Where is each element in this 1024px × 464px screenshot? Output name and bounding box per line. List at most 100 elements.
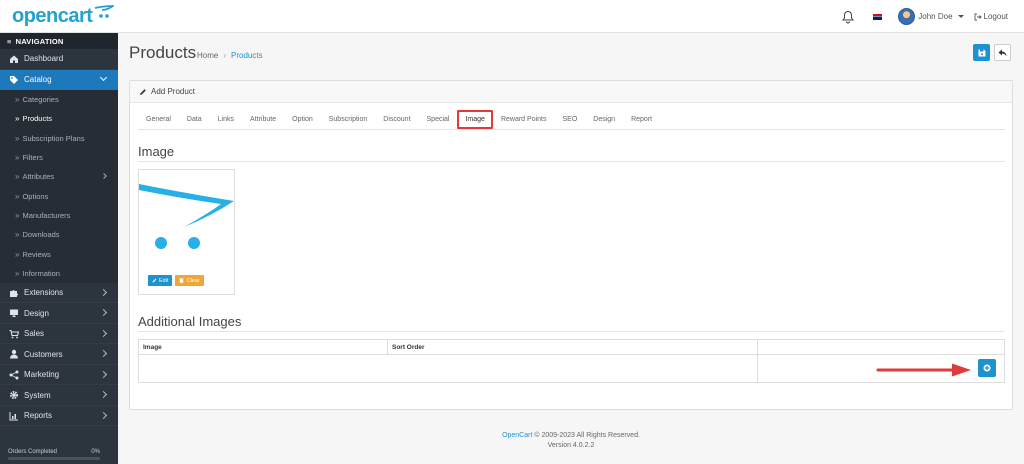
catalog-submenu: » Categories » Products » Subscription Plan… bbox=[0, 90, 118, 283]
double-chevron-icon: » bbox=[15, 210, 20, 220]
column-header-image: Image bbox=[139, 340, 388, 354]
chevron-right-icon bbox=[99, 350, 108, 358]
breadcrumb-products[interactable]: Products bbox=[231, 51, 263, 60]
tab-special[interactable]: Special bbox=[419, 110, 458, 130]
double-chevron-icon: » bbox=[15, 153, 20, 163]
logo-text: opencart bbox=[12, 5, 93, 27]
product-image-thumbnail[interactable]: Edit Clear bbox=[138, 169, 235, 295]
sidebar-item-dashboard[interactable]: Dashboard bbox=[0, 49, 118, 70]
product-tabs: General Data Links Attribute Option Subs… bbox=[138, 110, 1005, 130]
breadcrumb-home[interactable]: Home bbox=[197, 51, 218, 60]
tab-reward-points[interactable]: Reward Points bbox=[493, 110, 555, 130]
subitem-label: Filters bbox=[22, 153, 43, 163]
share-icon bbox=[9, 370, 19, 380]
subitem-label: Manufacturers bbox=[22, 210, 71, 220]
sidebar-subitem-information[interactable]: » Information bbox=[0, 264, 118, 283]
chevron-right-icon bbox=[99, 329, 108, 338]
tab-subscription[interactable]: Subscription bbox=[321, 110, 376, 130]
tab-image[interactable]: Image bbox=[457, 110, 493, 129]
sidebar-item-marketing[interactable]: Marketing bbox=[0, 365, 118, 386]
tab-discount[interactable]: Discount bbox=[375, 110, 418, 130]
subitem-label: Subscription Plans bbox=[22, 133, 85, 143]
sidebar-item-label: System bbox=[24, 390, 51, 400]
double-chevron-icon: » bbox=[15, 230, 20, 240]
subitem-label: Options bbox=[22, 191, 49, 201]
version-text: Version 4.0.2.2 bbox=[547, 442, 595, 449]
tab-seo[interactable]: SEO bbox=[554, 110, 585, 130]
clear-image-button[interactable]: Clear bbox=[175, 275, 204, 286]
reply-icon bbox=[998, 49, 1007, 56]
sidebar-item-system[interactable]: System bbox=[0, 385, 118, 406]
subitem-label: Information bbox=[22, 268, 60, 278]
sidebar-subitem-reviews[interactable]: » Reviews bbox=[0, 244, 118, 263]
sidebar-subitem-manufacturers[interactable]: » Manufacturers bbox=[0, 206, 118, 225]
subitem-label: Attributes bbox=[22, 172, 55, 182]
puzzle-icon bbox=[9, 288, 19, 298]
tag-icon bbox=[9, 75, 19, 85]
sidebar-item-catalog[interactable]: Catalog bbox=[0, 69, 118, 90]
double-chevron-icon: » bbox=[15, 133, 20, 143]
table-header-row: Image Sort Order bbox=[139, 340, 1004, 355]
sidebar-subitem-products[interactable]: » Products bbox=[0, 109, 118, 128]
language-flag-icon[interactable] bbox=[873, 13, 883, 20]
monitor-icon bbox=[9, 308, 19, 318]
sidebar-subitem-filters[interactable]: » Filters bbox=[0, 148, 118, 167]
chevron-right-icon bbox=[101, 173, 107, 180]
back-button[interactable] bbox=[994, 44, 1011, 61]
sidebar-item-extensions[interactable]: Extensions bbox=[0, 283, 118, 304]
sidebar-item-label: Marketing bbox=[24, 370, 60, 380]
edit-image-button[interactable]: Edit bbox=[148, 275, 173, 286]
double-chevron-icon: » bbox=[15, 249, 20, 259]
user-menu[interactable]: John Doe bbox=[898, 8, 964, 25]
tab-general[interactable]: General bbox=[138, 110, 179, 130]
double-chevron-icon: » bbox=[15, 268, 20, 278]
sidebar-item-sales[interactable]: Sales bbox=[0, 324, 118, 345]
pencil-icon bbox=[140, 88, 146, 95]
opencart-logo[interactable]: opencart bbox=[12, 5, 115, 27]
logout-link[interactable]: Logout bbox=[974, 12, 1008, 21]
tab-data[interactable]: Data bbox=[179, 110, 210, 130]
breadcrumb: Home › Products bbox=[197, 51, 263, 60]
bell-icon[interactable] bbox=[841, 10, 855, 24]
save-button[interactable] bbox=[973, 44, 990, 61]
sidebar-item-label: Sales bbox=[24, 329, 45, 339]
column-header-sort-order: Sort Order bbox=[388, 340, 758, 354]
sidebar-item-reports[interactable]: Reports bbox=[0, 406, 118, 427]
opencart-link[interactable]: OpenCart bbox=[502, 432, 532, 439]
divider bbox=[138, 331, 1005, 332]
tab-attribute[interactable]: Attribute bbox=[242, 110, 284, 130]
sidebar-item-customers[interactable]: Customers bbox=[0, 344, 118, 365]
opencart-cart-image bbox=[139, 184, 234, 249]
edit-label: Edit bbox=[159, 277, 169, 284]
footer: OpenCart © 2009-2023 All Rights Reserved… bbox=[118, 431, 1024, 451]
sidebar-subitem-attributes[interactable]: » Attributes bbox=[0, 167, 118, 186]
user-icon bbox=[9, 349, 19, 359]
tab-report[interactable]: Report bbox=[623, 110, 660, 130]
sidebar-item-label: Design bbox=[24, 308, 49, 318]
divider bbox=[138, 161, 1005, 162]
top-header: opencart John Doe Logout bbox=[0, 0, 1024, 33]
red-arrow-annotation bbox=[876, 363, 971, 377]
plus-circle-icon bbox=[983, 364, 991, 372]
tab-links[interactable]: Links bbox=[210, 110, 242, 130]
sidebar-item-label: Extensions bbox=[24, 288, 64, 298]
sidebar-subitem-options[interactable]: » Options bbox=[0, 186, 118, 205]
cart-icon bbox=[9, 329, 19, 339]
sidebar-subitem-categories[interactable]: » Categories bbox=[0, 90, 118, 109]
copyright-text: © 2009-2023 All Rights Reserved. bbox=[532, 432, 640, 439]
home-icon bbox=[9, 54, 19, 64]
sidebar-subitem-subscription-plans[interactable]: » Subscription Plans bbox=[0, 129, 118, 148]
clear-label: Clear bbox=[186, 277, 200, 284]
avatar bbox=[898, 8, 916, 25]
sidebar-subitem-downloads[interactable]: » Downloads bbox=[0, 225, 118, 244]
add-image-button[interactable] bbox=[978, 359, 996, 377]
tab-option[interactable]: Option bbox=[284, 110, 321, 130]
sidebar-item-design[interactable]: Design bbox=[0, 303, 118, 324]
table-row bbox=[139, 355, 1004, 382]
pencil-icon bbox=[152, 278, 157, 283]
sidebar: ≡ NAVIGATION Dashboard Catalog » Categori… bbox=[0, 33, 118, 464]
sidebar-item-label: Catalog bbox=[24, 75, 52, 85]
add-product-card: Add Product General Data Links Attribute… bbox=[129, 80, 1013, 410]
cart-logo-icon bbox=[95, 5, 115, 18]
tab-design[interactable]: Design bbox=[585, 110, 623, 130]
